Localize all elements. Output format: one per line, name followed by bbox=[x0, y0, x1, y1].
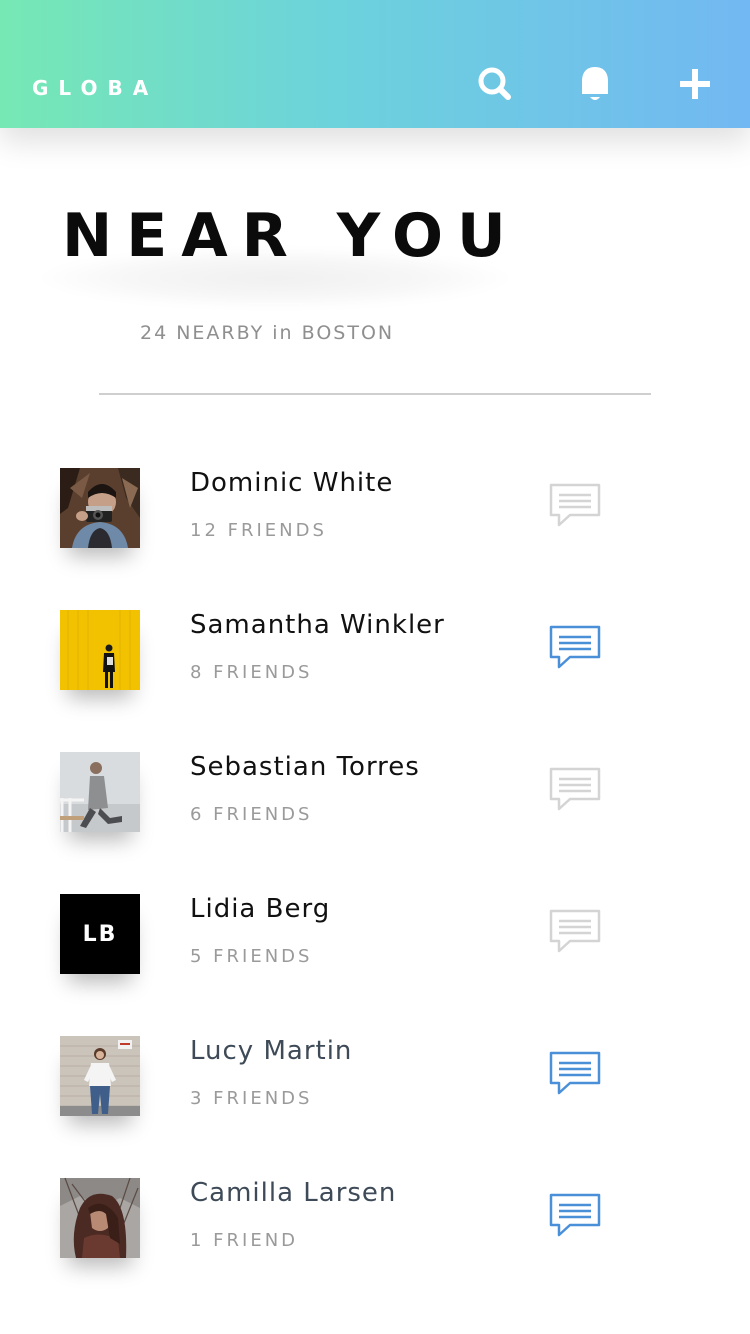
notifications-button[interactable] bbox=[571, 60, 619, 108]
avatar[interactable] bbox=[60, 610, 140, 690]
nearby-user-list: Dominic White 12 FRIENDS Samantha Winkle… bbox=[0, 468, 750, 1320]
user-name: Lucy Martin bbox=[190, 1036, 353, 1066]
avatar[interactable] bbox=[60, 1036, 140, 1116]
message-button[interactable] bbox=[548, 908, 602, 956]
user-row-lidia-berg[interactable]: LB Lidia Berg 5 FRIENDS bbox=[0, 894, 750, 1036]
avatar-photo-lucy bbox=[60, 1036, 140, 1116]
message-icon bbox=[549, 483, 601, 527]
page-title: NEAR YOU bbox=[62, 201, 520, 271]
avatar-photo-dominic bbox=[60, 468, 140, 548]
avatar-photo-camilla bbox=[60, 1178, 140, 1258]
friend-count: 1 FRIEND bbox=[190, 1230, 299, 1251]
friend-count: 8 FRIENDS bbox=[190, 662, 313, 683]
add-button[interactable] bbox=[671, 60, 719, 108]
bell-icon bbox=[582, 67, 608, 100]
avatar-photo-samantha bbox=[60, 610, 140, 690]
message-icon bbox=[549, 625, 601, 669]
search-button[interactable] bbox=[471, 60, 519, 108]
user-name: Camilla Larsen bbox=[190, 1178, 397, 1208]
avatar[interactable] bbox=[60, 468, 140, 548]
user-name: Dominic White bbox=[190, 468, 394, 498]
avatar[interactable]: LB bbox=[60, 894, 140, 974]
search-icon bbox=[478, 67, 511, 100]
user-row-dominic-white[interactable]: Dominic White 12 FRIENDS bbox=[0, 468, 750, 610]
user-row-lucy-martin[interactable]: Lucy Martin 3 FRIENDS bbox=[0, 1036, 750, 1178]
plus-icon bbox=[680, 69, 710, 99]
user-row-camilla-larsen[interactable]: Camilla Larsen 1 FRIEND bbox=[0, 1178, 750, 1320]
message-button[interactable] bbox=[548, 482, 602, 530]
avatar-photo-sebastian bbox=[60, 752, 140, 832]
message-icon bbox=[549, 767, 601, 811]
app-logo: GLOBA bbox=[32, 76, 159, 100]
message-button[interactable] bbox=[548, 766, 602, 814]
friend-count: 3 FRIENDS bbox=[190, 1088, 313, 1109]
app-header: GLOBA bbox=[0, 0, 750, 128]
message-button[interactable] bbox=[548, 624, 602, 672]
avatar-initials: LB bbox=[60, 894, 140, 974]
message-icon bbox=[549, 1051, 601, 1095]
user-name: Samantha Winkler bbox=[190, 610, 445, 640]
user-row-samantha-winkler[interactable]: Samantha Winkler 8 FRIENDS bbox=[0, 610, 750, 752]
user-row-sebastian-torres[interactable]: Sebastian Torres 6 FRIENDS bbox=[0, 752, 750, 894]
avatar[interactable] bbox=[60, 1178, 140, 1258]
avatar[interactable] bbox=[60, 752, 140, 832]
message-icon bbox=[549, 1193, 601, 1237]
message-button[interactable] bbox=[548, 1050, 602, 1098]
friend-count: 12 FRIENDS bbox=[190, 520, 327, 541]
friend-count: 6 FRIENDS bbox=[190, 804, 313, 825]
nearby-count-subtitle: 24 NEARBY in BOSTON bbox=[140, 322, 395, 344]
user-name: Lidia Berg bbox=[190, 894, 331, 924]
message-button[interactable] bbox=[548, 1192, 602, 1240]
friend-count: 5 FRIENDS bbox=[190, 946, 313, 967]
message-icon bbox=[549, 909, 601, 953]
user-name: Sebastian Torres bbox=[190, 752, 420, 782]
section-divider bbox=[99, 393, 651, 395]
